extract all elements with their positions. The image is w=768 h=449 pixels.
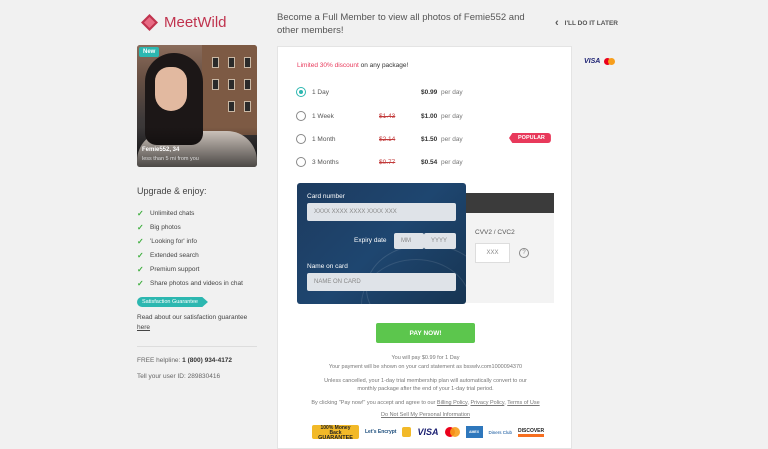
profile-name: Femie552, 34 <box>142 147 180 153</box>
magnetic-stripe <box>464 193 554 213</box>
payment-panel: Limited 30% discount on any package! 1 D… <box>277 46 572 449</box>
heart-logo-icon <box>140 13 159 32</box>
card-number-input[interactable]: XXXX XXXX XXXX XXXX XXX <box>307 203 456 221</box>
card-number-label: Card number <box>307 193 345 200</box>
do-not-sell-link[interactable]: Do Not Sell My Personal Information <box>381 412 470 418</box>
cvv-label: CVV2 / CVC2 <box>475 229 515 236</box>
renewal-note: Unless cancelled, your 1-day trial membe… <box>324 378 527 392</box>
divider <box>137 346 257 347</box>
letsencrypt-icon: Let's Encrypt <box>365 428 397 435</box>
name-on-card-input[interactable]: NAME ON CARD <box>307 273 456 291</box>
check-icon: ✓ <box>137 236 144 246</box>
radio-selected[interactable] <box>296 87 306 97</box>
check-icon: ✓ <box>137 250 144 260</box>
feature-item: ✓ Big photos <box>137 222 181 232</box>
page-title: Become a Full Member to view all photos … <box>277 12 525 36</box>
feature-item: ✓ Extended search <box>137 250 199 260</box>
expiry-label: Expiry date <box>354 237 387 244</box>
terms-note: By clicking "Pay now!" you accept and ag… <box>311 400 540 406</box>
user-id: Tell your user ID: 289830416 <box>137 373 221 380</box>
terms-link[interactable]: Terms of Use <box>507 400 539 406</box>
plan-option[interactable]: 1 Day $0.99 per day <box>296 85 463 99</box>
radio[interactable] <box>296 134 306 144</box>
satisfaction-guarantee-badge: Satisfaction Guarantee <box>137 297 208 307</box>
brand-name: MeetWild <box>164 14 227 31</box>
name-label: Name on card <box>307 263 348 270</box>
diners-club-icon: Diners Club <box>488 429 513 435</box>
statement-note: Your payment will be shown on your card … <box>328 364 523 370</box>
expiry-month-input[interactable]: MM <box>394 233 424 249</box>
feature-item: ✓ Unlimited chats <box>137 208 195 218</box>
card-back: CVV2 / CVC2 XXX ? <box>464 193 554 303</box>
helpline-number[interactable]: 1 (800) 934-4172 <box>182 357 232 364</box>
guarantee-link[interactable]: here <box>137 324 150 331</box>
feature-list: ✓ Unlimited chats ✓ Big photos ✓ 'Looking f… <box>137 206 243 290</box>
plan-option[interactable]: 3 Months $0.77 $0.54 per day <box>296 155 463 169</box>
feature-item: ✓ Premium support <box>137 264 200 274</box>
check-icon: ✓ <box>137 222 144 232</box>
payment-amount-note: You will pay $0.99 for 1 Day <box>391 355 460 361</box>
new-badge: New <box>139 47 160 57</box>
expiry-year-input[interactable]: YYYY <box>424 233 456 249</box>
mastercard-icon <box>444 427 460 437</box>
profile-photo-card[interactable]: New Femie552, 34 less than 5 mi from you <box>137 45 257 167</box>
radio[interactable] <box>296 157 306 167</box>
check-icon: ✓ <box>137 278 144 288</box>
pay-now-button[interactable]: PAY NOW! <box>376 323 475 343</box>
money-back-guarantee-badge: 100% Money Back GUARANTEE <box>312 425 359 441</box>
profile-distance: less than 5 mi from you <box>142 156 199 162</box>
visa-icon: VISA <box>417 427 439 437</box>
discover-icon: DISCOVER <box>518 428 545 437</box>
plan-option[interactable]: 1 Month $2.14 $1.50 per day <box>296 132 463 146</box>
discount-banner: Limited 30% discount on any package! <box>297 62 409 69</box>
upgrade-title: Upgrade & enjoy: <box>137 186 207 196</box>
privacy-policy-link[interactable]: Privacy Policy <box>470 400 504 406</box>
check-icon: ✓ <box>137 208 144 218</box>
feature-item: ✓ 'Looking for' info <box>137 236 197 246</box>
lock-icon <box>402 427 412 437</box>
amex-icon: AMEX <box>465 426 483 438</box>
do-not-sell-note: Do Not Sell My Personal Information <box>278 411 573 419</box>
cvv-input[interactable]: XXX <box>475 243 510 263</box>
billing-policy-link[interactable]: Billing Policy <box>437 400 467 406</box>
guarantee-text: Read about our satisfaction guarantee he… <box>137 314 248 331</box>
brand-logo[interactable]: MeetWild <box>140 13 227 32</box>
check-icon: ✓ <box>137 264 144 274</box>
helpline: FREE helpline: 1 (800) 934-4172 <box>137 357 233 364</box>
help-icon[interactable]: ? <box>519 248 529 258</box>
mastercard-icon <box>604 58 616 65</box>
do-it-later-button[interactable]: ‹ I'LL DO IT LATER <box>555 17 618 29</box>
plan-option[interactable]: 1 Week $1.43 $1.00 per day <box>296 109 463 123</box>
feature-item: ✓ Share photos and videos in chat <box>137 278 243 288</box>
accepted-cards: VISA <box>584 58 616 65</box>
visa-icon: VISA <box>584 58 601 65</box>
popular-badge: POPULAR <box>509 133 551 143</box>
radio[interactable] <box>296 111 306 121</box>
chevron-left-icon: ‹ <box>555 17 559 29</box>
card-front: Card number XXXX XXXX XXXX XXXX XXX Expi… <box>297 183 466 304</box>
trust-badges: 100% Money Back GUARANTEE Let's Encrypt … <box>312 425 545 441</box>
